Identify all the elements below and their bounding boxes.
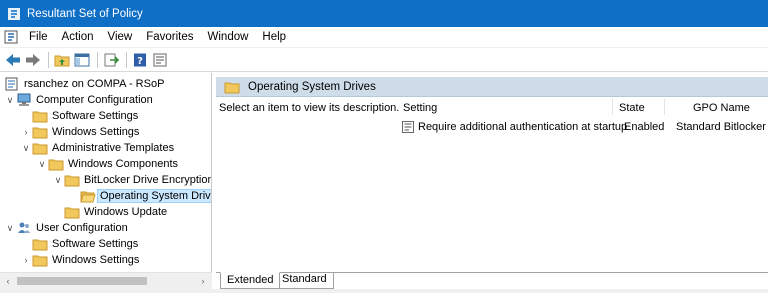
system-menu-icon[interactable] — [4, 30, 18, 44]
tree-uc-windows-settings[interactable]: › Windows Settings — [20, 252, 139, 268]
export-list-icon — [104, 53, 119, 66]
up-folder-icon — [54, 55, 70, 66]
tree-uc-software-settings[interactable]: Software Settings — [20, 236, 138, 252]
toolbar-separator — [97, 51, 98, 68]
folder-icon — [32, 109, 48, 123]
folder-icon — [64, 173, 80, 187]
rsop-app-icon — [8, 7, 20, 20]
menu-window[interactable]: Window — [201, 27, 256, 48]
scroll-right-icon[interactable]: › — [198, 276, 208, 286]
folder-icon — [64, 205, 80, 219]
help-icon: ? — [134, 53, 146, 67]
tree-label: Windows Components — [68, 158, 179, 170]
expanded-chevron-icon[interactable]: ∨ — [20, 140, 32, 156]
collapsed-chevron-icon[interactable]: › — [20, 252, 32, 268]
column-divider[interactable] — [612, 99, 613, 115]
tree-label: Windows Settings — [52, 254, 140, 266]
view-tabs: Extended Standard — [216, 272, 768, 289]
tree-label: Windows Update — [84, 206, 168, 218]
tree-label: Administrative Templates — [52, 142, 175, 154]
folder-icon — [32, 237, 48, 251]
tree-label: BitLocker Drive Encryption — [84, 174, 212, 186]
show-hide-tree-icon — [74, 53, 90, 66]
folder-icon — [32, 253, 48, 267]
properties-icon — [153, 53, 167, 66]
computer-icon — [16, 93, 32, 107]
menu-favorites[interactable]: Favorites — [139, 27, 200, 48]
table-header: Setting State GPO Name — [390, 97, 768, 117]
menu-action[interactable]: Action — [55, 27, 101, 48]
tree-windows-update[interactable]: Windows Update — [52, 204, 167, 220]
expanded-chevron-icon[interactable]: ∨ — [4, 220, 16, 236]
folder-icon — [32, 141, 48, 155]
forward-arrow-icon — [26, 53, 40, 66]
tree-root[interactable]: rsanchez on COMPA - RSoP — [4, 76, 164, 92]
expanded-chevron-icon[interactable]: ∨ — [52, 172, 64, 188]
tree-bitlocker[interactable]: ∨ BitLocker Drive Encryption — [52, 172, 212, 188]
help-button[interactable]: ? — [131, 51, 149, 69]
tree-label: Computer Configuration — [36, 94, 153, 106]
tree-label: User Configuration — [36, 222, 128, 234]
back-arrow-icon — [6, 53, 20, 66]
column-header-gpo-name[interactable]: GPO Name — [693, 102, 750, 114]
window-title: Resultant Set of Policy — [27, 7, 143, 20]
tree-label: Software Settings — [52, 238, 139, 250]
tab-extended[interactable]: Extended — [220, 272, 281, 289]
column-header-state[interactable]: State — [619, 102, 645, 114]
details-header: Operating System Drives — [216, 77, 768, 97]
gpo-name-cell: Standard Bitlocker — [676, 121, 766, 133]
svg-text:?: ? — [137, 56, 143, 67]
tree-root-label: rsanchez on COMPA - RSoP — [24, 78, 165, 90]
details-pane: Operating System Drives Select an item t… — [216, 73, 768, 289]
tree-label: Operating System Drive — [97, 189, 211, 203]
menu-help[interactable]: Help — [255, 27, 293, 48]
tree-operating-system-drives[interactable]: Operating System Drive — [68, 188, 211, 204]
policy-setting-icon — [402, 121, 414, 133]
menu-bar: File Action View Favorites Window Help — [0, 27, 768, 48]
state-cell: Enabled — [624, 121, 665, 133]
title-bar: Resultant Set of Policy — [0, 0, 768, 27]
tree-cc-windows-settings[interactable]: › Windows Settings — [20, 124, 139, 140]
tree-windows-components[interactable]: ∨ Windows Components — [36, 156, 178, 172]
folder-icon — [32, 125, 48, 139]
show-hide-tree-button[interactable] — [73, 51, 91, 69]
toolbar: ? — [0, 48, 768, 72]
expanded-chevron-icon[interactable]: ∨ — [4, 92, 16, 108]
folder-icon — [48, 157, 64, 171]
tree-label: Windows Settings — [52, 126, 140, 138]
description-text: Select an item to view its description. — [219, 102, 400, 114]
details-header-title: Operating System Drives — [248, 80, 376, 93]
column-divider[interactable] — [664, 99, 665, 115]
tree-computer-configuration[interactable]: ∨ Computer Configuration — [4, 92, 153, 108]
tree-label: Software Settings — [52, 110, 139, 122]
setting-name: Require additional authentication at sta… — [418, 121, 628, 133]
up-one-level-button[interactable] — [53, 51, 71, 69]
export-list-button[interactable] — [102, 51, 120, 69]
open-folder-icon — [80, 189, 96, 203]
menu-view[interactable]: View — [101, 27, 140, 48]
expanded-chevron-icon[interactable]: ∨ — [36, 156, 48, 172]
tree-horizontal-scrollbar[interactable]: ‹ › — [0, 272, 212, 289]
users-icon — [16, 221, 32, 235]
status-bar — [0, 289, 768, 293]
tree-administrative-templates[interactable]: ∨ Administrative Templates — [20, 140, 174, 156]
folder-icon — [224, 80, 240, 94]
collapsed-chevron-icon[interactable]: › — [20, 124, 32, 140]
setting-cell[interactable]: Require additional authentication at sta… — [402, 121, 627, 133]
scroll-left-icon[interactable]: ‹ — [3, 276, 13, 286]
toolbar-separator — [126, 51, 127, 68]
menu-file[interactable]: File — [22, 27, 55, 48]
forward-button[interactable] — [24, 51, 42, 69]
scroll-thumb[interactable] — [17, 277, 147, 285]
tree-user-configuration[interactable]: ∨ User Configuration — [4, 220, 128, 236]
console-tree: rsanchez on COMPA - RSoP ∨ Computer Conf… — [0, 73, 212, 289]
tree-cc-software-settings[interactable]: Software Settings — [20, 108, 138, 124]
toolbar-separator — [48, 51, 49, 68]
properties-button[interactable] — [151, 51, 169, 69]
column-header-setting[interactable]: Setting — [403, 102, 437, 114]
tab-standard[interactable]: Standard — [276, 272, 334, 289]
rsop-node-icon — [4, 77, 20, 91]
back-button[interactable] — [4, 51, 22, 69]
